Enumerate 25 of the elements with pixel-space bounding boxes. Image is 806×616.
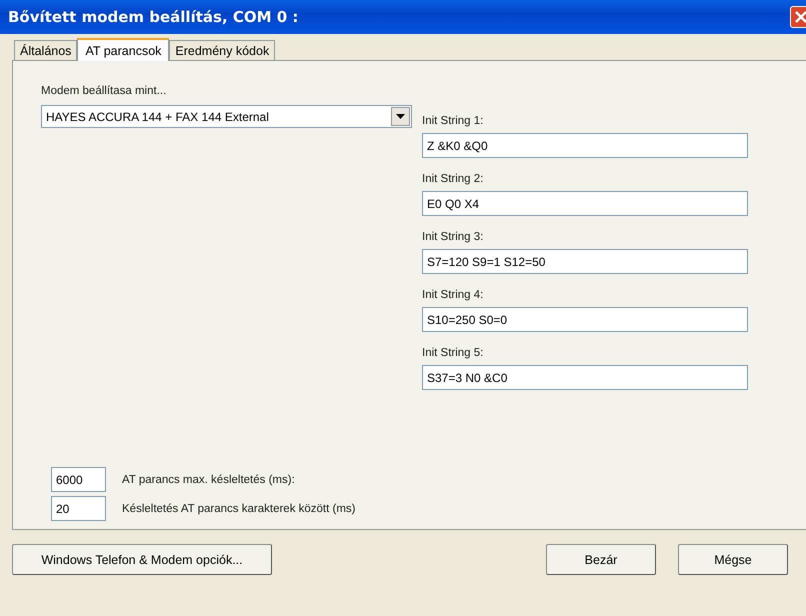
field-label: Init String 3: [422, 231, 484, 243]
dialog-button[interactable]: Bezár [546, 544, 656, 575]
field-label: Init String 1: [422, 115, 484, 127]
modem-dropdown[interactable]: HAYES ACCURA 144 + FAX 144 External [41, 105, 412, 128]
input-field[interactable]: S10=250 S0=0 [422, 307, 748, 332]
field-label: Init String 4: [422, 289, 484, 301]
input-field[interactable]: 20 [51, 496, 106, 521]
input-field[interactable]: 6000 [51, 467, 106, 492]
options-button[interactable]: Windows Telefon & Modem opciók... [12, 544, 272, 575]
tab[interactable]: Eredmény kódok [169, 40, 276, 60]
tab[interactable]: Általános [14, 40, 78, 60]
input-field[interactable]: Z &K0 &Q0 [422, 133, 748, 158]
field-label: Modem beállítasa mint... [41, 85, 168, 97]
input-field[interactable]: S7=120 S9=1 S12=50 [422, 249, 748, 274]
field-label: Init String 2: [422, 173, 484, 185]
tab[interactable]: AT parancsok [77, 38, 170, 61]
input-field[interactable]: S37=3 N0 &C0 [422, 365, 748, 390]
close-icon [793, 9, 806, 25]
close-button[interactable] [790, 6, 806, 28]
window-title: Bővített modem beállítás, COM 0 : [8, 8, 300, 26]
field-label: AT parancs max. késleltetés (ms): [122, 474, 295, 486]
dialog-button[interactable]: Mégse [678, 544, 788, 575]
field-label: Init String 5: [422, 347, 484, 359]
input-field[interactable]: E0 Q0 X4 [422, 191, 748, 216]
field-label: Késleltetés AT parancs karakterek között (ms) [122, 502, 356, 514]
